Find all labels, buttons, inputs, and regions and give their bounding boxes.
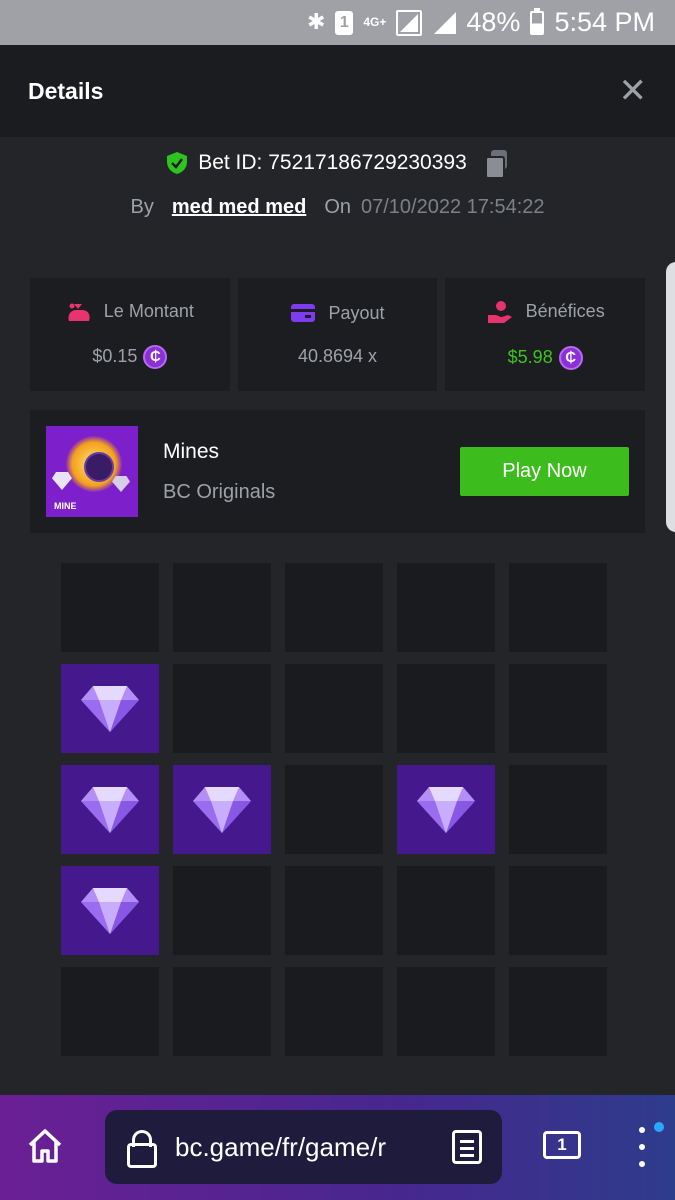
gem-icon (193, 786, 251, 833)
gem-icon (81, 685, 139, 732)
gem-graphic (52, 472, 72, 490)
grid-tile-gem (61, 664, 159, 753)
grid-tile (509, 664, 607, 753)
bet-meta-row: By med med med On 07/10/2022 17:54:22 (0, 196, 675, 219)
user-link[interactable]: med med med (172, 196, 306, 219)
grid-tile (285, 967, 383, 1056)
page-title: Details (28, 77, 104, 104)
money-bag-icon (68, 303, 90, 321)
stat-value: $5.98 (507, 347, 553, 367)
copy-icon[interactable] (484, 150, 509, 179)
bluetooth-icon: ✱ (306, 10, 326, 35)
stat-profit: Bénéfices $5.98 ₵ (445, 278, 646, 391)
grid-tile (397, 664, 495, 753)
stat-amount: Le Montant $0.15 ₵ (30, 278, 230, 391)
stat-label: Bénéfices (525, 301, 605, 321)
grid-tile (173, 664, 271, 753)
grid-tile (61, 967, 159, 1056)
hand-coin-icon (487, 300, 512, 323)
grid-tile (397, 563, 495, 652)
game-name: Mines (163, 440, 220, 463)
grid-tile (509, 866, 607, 955)
grid-tile (173, 866, 271, 955)
grid-tile (285, 664, 383, 753)
grid-tile (397, 866, 495, 955)
details-header: Details ✕ (0, 45, 675, 137)
grid-tile-gem (397, 765, 495, 854)
game-card: MINE Mines BC Originals Play Now (30, 410, 645, 533)
signal-strength-icon (432, 11, 457, 34)
grid-tile (173, 967, 271, 1056)
address-bar[interactable]: bc.game/fr/game/r (105, 1110, 502, 1184)
stat-value: $0.15 (92, 346, 138, 366)
stat-label: Payout (328, 302, 385, 323)
signal-icon (396, 9, 423, 36)
by-label: By (130, 196, 154, 218)
grid-tile (285, 765, 383, 854)
stat-payout: Payout 40.8694 x (237, 278, 438, 391)
game-thumbnail[interactable]: MINE (46, 426, 138, 517)
on-label: On (324, 196, 351, 218)
reader-mode-icon[interactable] (452, 1130, 482, 1164)
grid-tile (509, 563, 607, 652)
status-bar: ✱ 1 4G+ 48% 5:54 PM (0, 0, 675, 45)
gem-icon (81, 887, 139, 934)
notification-dot (654, 1122, 664, 1132)
more-menu-icon[interactable] (632, 1127, 652, 1167)
play-now-button[interactable]: Play Now (460, 447, 629, 496)
grid-tile (285, 866, 383, 955)
battery-icon (530, 7, 545, 35)
lock-icon (127, 1130, 157, 1168)
game-provider: BC Originals (163, 481, 276, 503)
home-icon[interactable] (26, 1127, 64, 1165)
stat-label: Le Montant (103, 301, 194, 321)
grid-tile (509, 967, 607, 1056)
bet-date: 07/10/2022 17:54:22 (361, 196, 545, 218)
mines-grid (61, 563, 610, 1056)
clock: 5:54 PM (554, 7, 655, 37)
grid-tile-gem (61, 765, 159, 854)
browser-toolbar: bc.game/fr/game/r 1 (0, 1095, 675, 1200)
bet-id: Bet ID: 75217186729230393 (198, 151, 467, 174)
gem-graphic (112, 476, 130, 492)
grid-tile (509, 765, 607, 854)
card-icon (291, 304, 316, 322)
bomb-graphic (84, 452, 114, 482)
grid-tile (61, 563, 159, 652)
coin-icon: ₵ (143, 344, 168, 369)
coin-icon: ₵ (558, 345, 583, 370)
network-type: 4G+ (363, 15, 387, 29)
grid-tile (173, 563, 271, 652)
grid-tile (397, 967, 495, 1056)
gem-icon (81, 786, 139, 833)
verified-shield-icon (167, 152, 188, 174)
gem-icon (417, 786, 475, 833)
grid-tile-gem (61, 866, 159, 955)
bet-stats: Le Montant $0.15 ₵ Payout 40.8694 x Béné… (30, 278, 646, 391)
bet-id-row: Bet ID: 75217186729230393 (0, 150, 675, 179)
sim-icon: 1 (335, 10, 354, 35)
battery-percent: 48% (466, 7, 521, 37)
url-text[interactable]: bc.game/fr/game/r (175, 1132, 419, 1163)
grid-tile-gem (173, 765, 271, 854)
thumb-label: MINE (54, 501, 77, 511)
stat-value: 40.8694 x (297, 345, 378, 366)
close-icon[interactable]: ✕ (619, 74, 648, 108)
tabs-button[interactable]: 1 (543, 1131, 581, 1159)
scroll-handle[interactable] (666, 262, 675, 532)
grid-tile (285, 563, 383, 652)
